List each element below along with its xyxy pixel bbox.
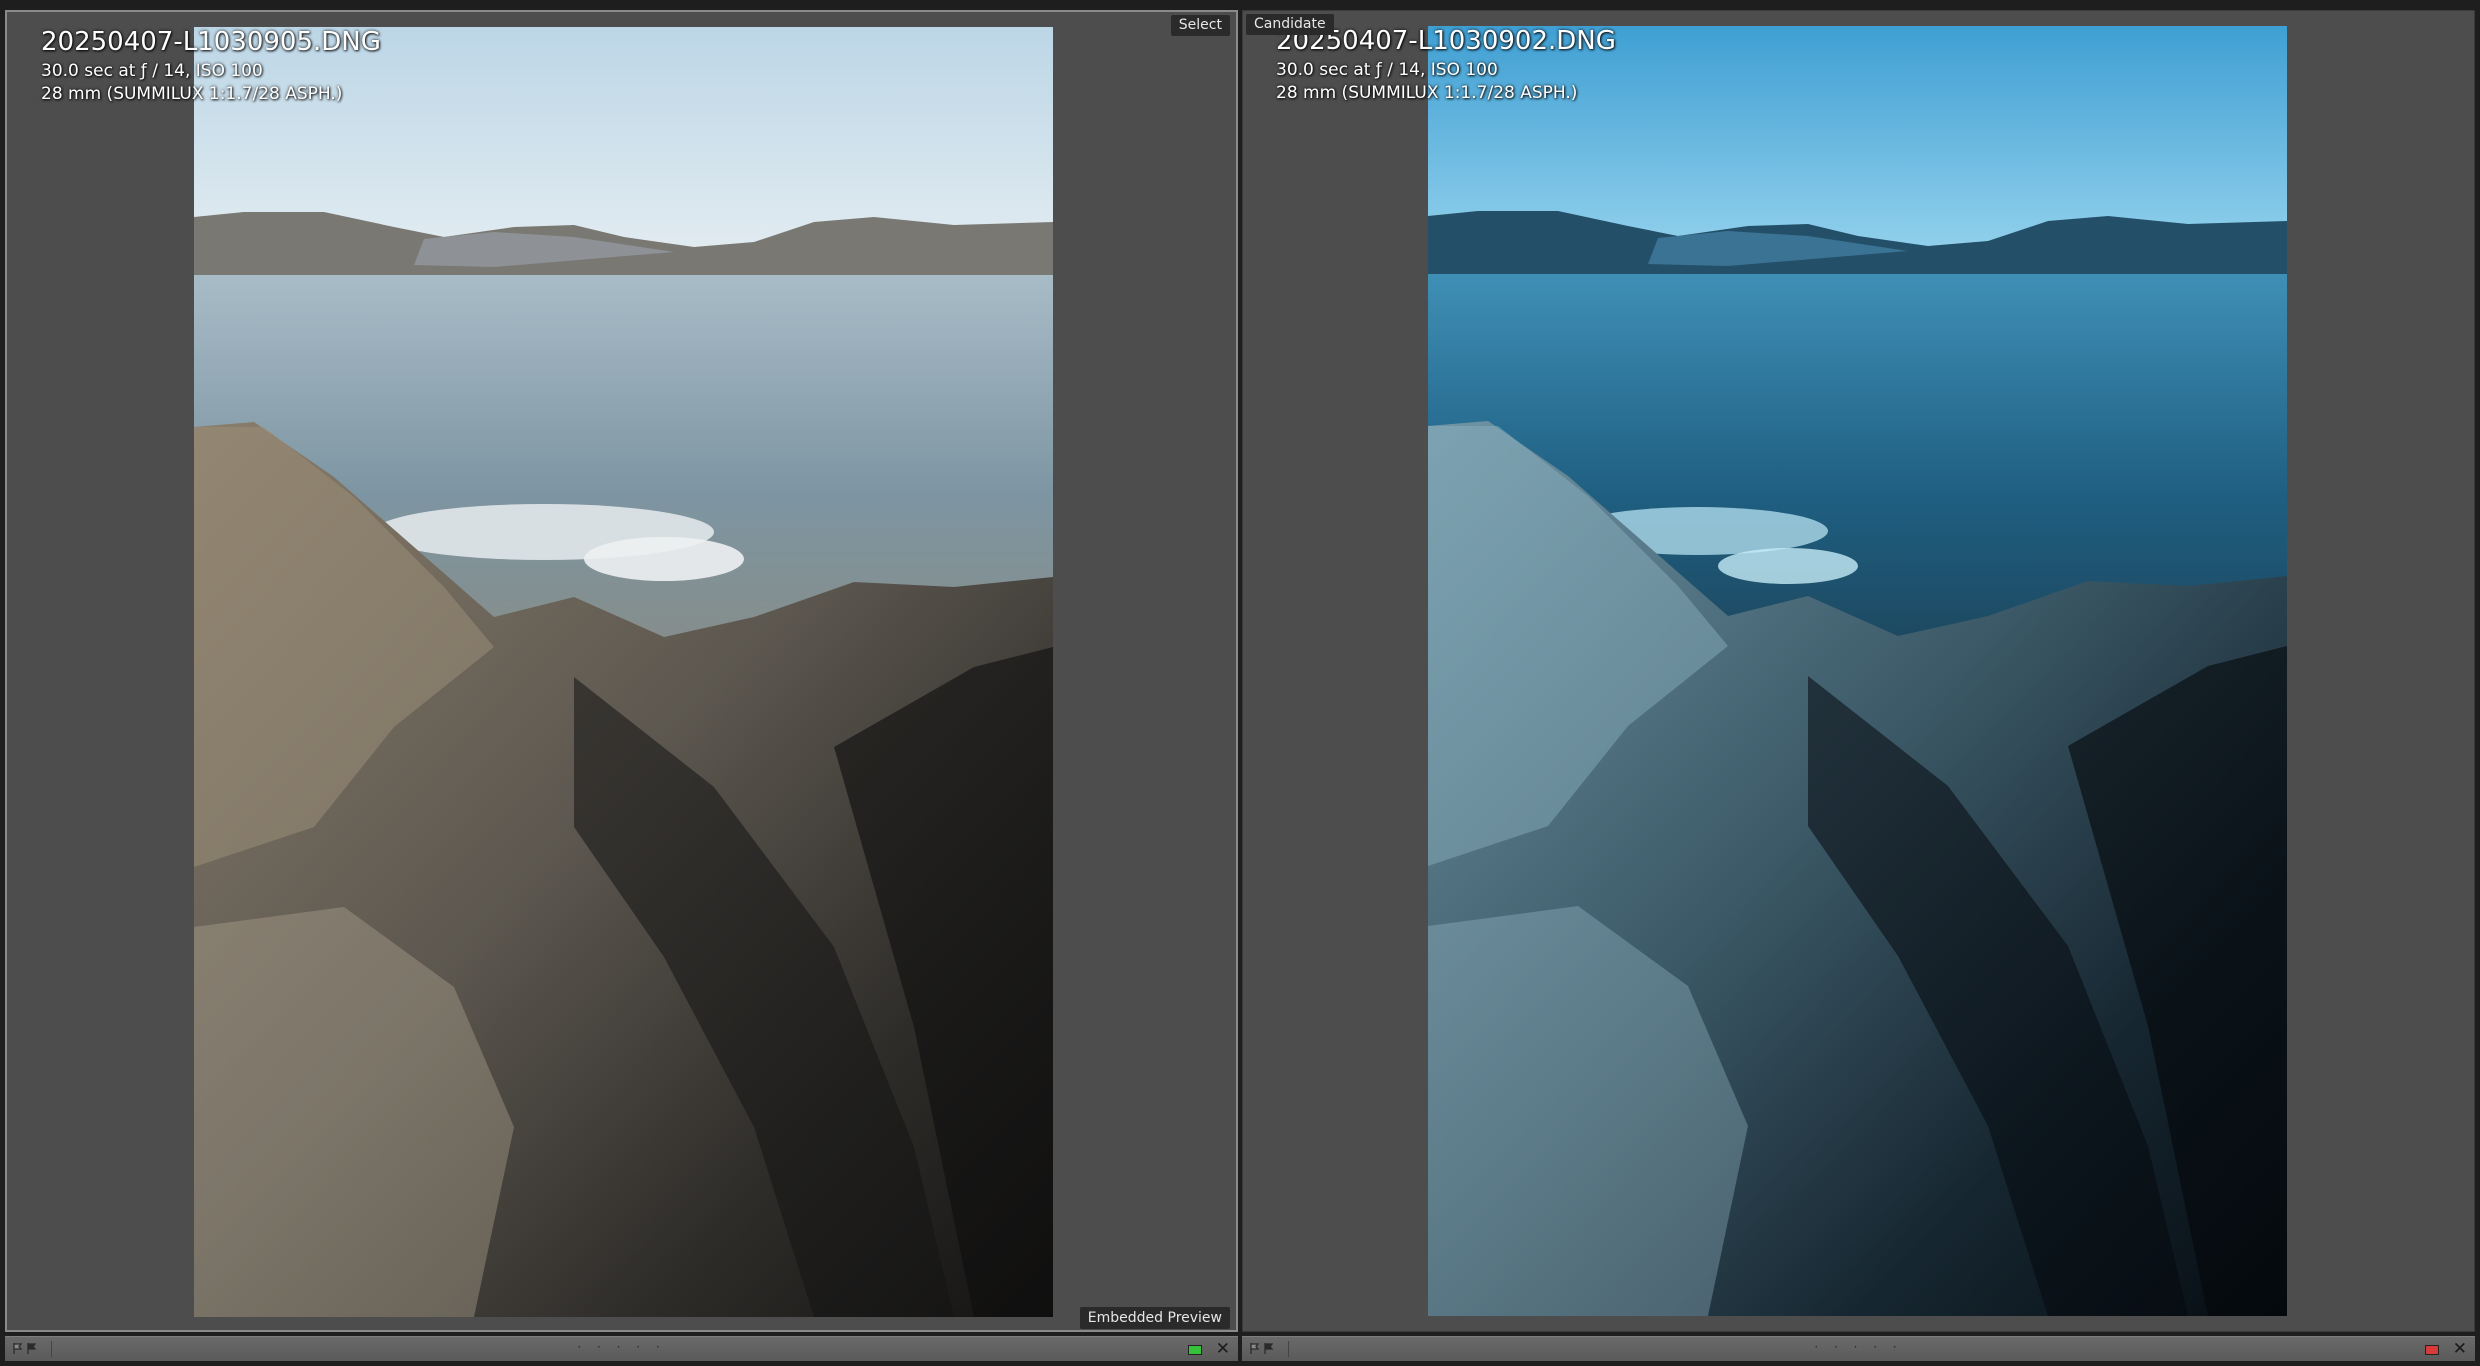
candidate-photo[interactable]: [1428, 26, 2287, 1316]
select-pane[interactable]: 20250407-L1030905.DNG 30.0 sec at ƒ / 14…: [5, 10, 1238, 1332]
candidate-label: Candidate: [1246, 14, 1334, 35]
star-rating[interactable]: · · · · ·: [1242, 1340, 2475, 1354]
star-rating[interactable]: · · · · ·: [5, 1340, 1238, 1354]
candidate-photo-image: [1428, 26, 2287, 1316]
color-label-red[interactable]: [2425, 1345, 2439, 1355]
embedded-preview-badge: Embedded Preview: [1079, 1307, 1230, 1329]
color-label-green[interactable]: [1188, 1345, 1202, 1355]
select-lens-info: 28 mm (SUMMILUX 1:1.7/28 ASPH.): [41, 84, 343, 104]
candidate-lens-info: 28 mm (SUMMILUX 1:1.7/28 ASPH.): [1276, 83, 1578, 103]
select-label: Select: [1170, 15, 1230, 36]
select-filename: 20250407-L1030905.DNG: [41, 27, 381, 57]
candidate-metadata-overlay: 20250407-L1030902.DNG 30.0 sec at ƒ / 14…: [1276, 28, 1616, 108]
select-photo[interactable]: [194, 27, 1053, 1317]
candidate-pane[interactable]: 20250407-L1030902.DNG 30.0 sec at ƒ / 14…: [1242, 10, 2475, 1332]
candidate-exposure-info: 30.0 sec at ƒ / 14, ISO 100: [1276, 60, 1498, 80]
select-toolbar: · · · · · ✕: [5, 1336, 1238, 1361]
select-metadata-overlay: 20250407-L1030905.DNG 30.0 sec at ƒ / 14…: [41, 29, 381, 109]
select-exposure-info: 30.0 sec at ƒ / 14, ISO 100: [41, 61, 263, 81]
candidate-toolbar: · · · · · ✕: [1242, 1336, 2475, 1361]
close-icon[interactable]: ✕: [2453, 1339, 2467, 1359]
close-icon[interactable]: ✕: [1216, 1339, 1230, 1359]
select-photo-image: [194, 27, 1053, 1317]
